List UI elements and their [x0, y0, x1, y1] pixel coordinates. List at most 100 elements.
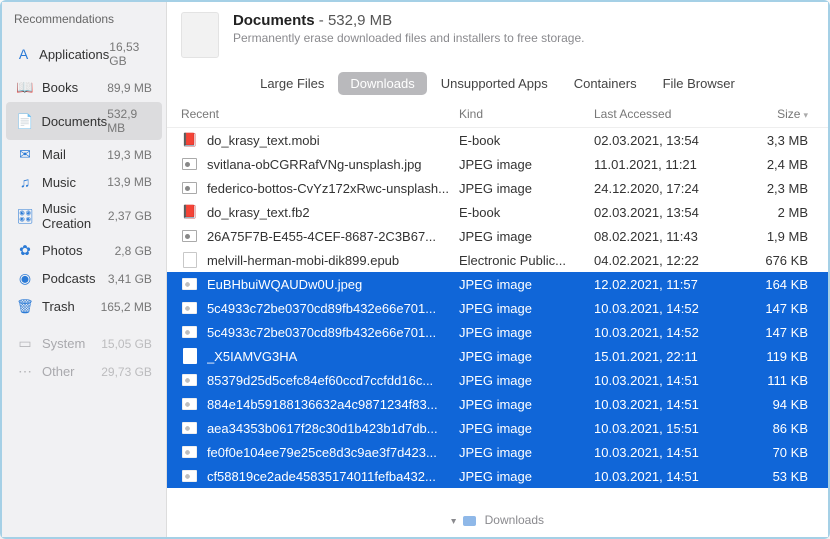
- image-file-icon: [181, 179, 199, 197]
- file-size: 53 KB: [744, 469, 814, 484]
- sidebar-item-label: Other: [42, 364, 101, 379]
- table-row[interactable]: 📕do_krasy_text.fb2E-book02.03.2021, 13:5…: [167, 200, 828, 224]
- sidebar-item-icon: 📖: [16, 79, 34, 96]
- file-date: 04.02.2021, 12:22: [594, 253, 744, 268]
- file-name: svitlana-obCGRRafVNg-unsplash.jpg: [207, 157, 459, 172]
- tab-large-files[interactable]: Large Files: [248, 72, 336, 95]
- image-file-icon: [181, 419, 199, 437]
- tab-file-browser[interactable]: File Browser: [651, 72, 747, 95]
- tab-downloads[interactable]: Downloads: [338, 72, 426, 95]
- file-kind: JPEG image: [459, 349, 594, 364]
- tab-unsupported-apps[interactable]: Unsupported Apps: [429, 72, 560, 95]
- sidebar-item-applications[interactable]: AApplications16,53 GB: [6, 35, 162, 73]
- image-file-icon: [181, 155, 199, 173]
- tab-containers[interactable]: Containers: [562, 72, 649, 95]
- document-file-icon: [181, 251, 199, 269]
- sidebar-item-label: Music: [42, 175, 107, 190]
- file-name: EuBHbuiWQAUDw0U.jpeg: [207, 277, 459, 292]
- file-size: 147 KB: [744, 325, 814, 340]
- file-size: 3,3 MB: [744, 133, 814, 148]
- sidebar-item-trash[interactable]: 🗑Trash165,2 MB: [6, 293, 162, 320]
- ebook-file-icon: 📕: [181, 203, 199, 221]
- file-size: 70 KB: [744, 445, 814, 460]
- sidebar-item-music-creation[interactable]: 🎛Music Creation2,37 GB: [6, 196, 162, 236]
- file-size: 164 KB: [744, 277, 814, 292]
- sidebar-item-size: 16,53 GB: [109, 40, 152, 68]
- sidebar-item-icon: ⋯: [16, 363, 34, 380]
- table-row[interactable]: 5c4933c72be0370cd89fb432e66e701...JPEG i…: [167, 320, 828, 344]
- sidebar-item-label: Documents: [41, 114, 107, 129]
- sidebar-item-icon: 🎛: [16, 208, 34, 225]
- file-date: 08.02.2021, 11:43: [594, 229, 744, 244]
- table-row[interactable]: melvill-herman-mobi-dik899.epubElectroni…: [167, 248, 828, 272]
- page-title-name: Documents: [233, 12, 315, 29]
- page-subtitle: Permanently erase downloaded files and i…: [233, 31, 585, 45]
- file-kind: E-book: [459, 133, 594, 148]
- sidebar-item-label: Books: [42, 80, 107, 95]
- table-row[interactable]: 884e14b59188136632a4c9871234f83...JPEG i…: [167, 392, 828, 416]
- sidebar-item-photos[interactable]: ✿Photos2,8 GB: [6, 237, 162, 264]
- table-row[interactable]: 📕do_krasy_text.mobiE-book02.03.2021, 13:…: [167, 128, 828, 152]
- sidebar-item-mail[interactable]: ✉Mail19,3 MB: [6, 141, 162, 168]
- file-date: 24.12.2020, 17:24: [594, 181, 744, 196]
- table-row[interactable]: 5c4933c72be0370cd89fb432e66e701...JPEG i…: [167, 296, 828, 320]
- path-bar: ▸ Downloads: [167, 507, 828, 537]
- file-size: 2,3 MB: [744, 181, 814, 196]
- file-name: _X5IAMVG3HA: [207, 349, 459, 364]
- storage-management-window: Recommendations AApplications16,53 GB📖Bo…: [0, 0, 830, 539]
- image-file-icon: [181, 371, 199, 389]
- file-kind: JPEG image: [459, 445, 594, 460]
- file-name: 5c4933c72be0370cd89fb432e66e701...: [207, 301, 459, 316]
- file-name: aea34353b0617f28c30d1b423b1d7db...: [207, 421, 459, 436]
- sidebar-item-documents[interactable]: 📄Documents532,9 MB: [6, 102, 162, 140]
- file-date: 10.03.2021, 14:51: [594, 373, 744, 388]
- sidebar-item-icon: ✿: [16, 242, 34, 259]
- table-row[interactable]: EuBHbuiWQAUDw0U.jpegJPEG image12.02.2021…: [167, 272, 828, 296]
- sidebar-item-music[interactable]: ♫Music13,9 MB: [6, 169, 162, 195]
- column-header-date[interactable]: Last Accessed: [594, 107, 744, 121]
- sidebar-item-label: Mail: [42, 147, 107, 162]
- file-kind: JPEG image: [459, 301, 594, 316]
- sidebar-item-label: Music Creation: [42, 201, 108, 231]
- column-header-kind[interactable]: Kind: [459, 107, 594, 121]
- file-kind: JPEG image: [459, 373, 594, 388]
- sidebar-item-podcasts[interactable]: ◉Podcasts3,41 GB: [6, 265, 162, 292]
- file-name: 5c4933c72be0370cd89fb432e66e701...: [207, 325, 459, 340]
- column-header-name[interactable]: Recent: [181, 107, 459, 121]
- page-title: Documents - 532,9 MB: [233, 12, 585, 29]
- file-kind: JPEG image: [459, 421, 594, 436]
- file-name: fe0f0e104ee79e25ce8d3c9ae3f7d423...: [207, 445, 459, 460]
- file-size: 1,9 MB: [744, 229, 814, 244]
- page-title-size: - 532,9 MB: [315, 12, 393, 29]
- folder-icon: [463, 516, 476, 526]
- sidebar-item-icon: 📄: [16, 113, 33, 130]
- sidebar-item-size: 29,73 GB: [101, 365, 152, 379]
- path-segment[interactable]: Downloads: [485, 513, 544, 527]
- column-header-size[interactable]: Size▾: [744, 107, 814, 121]
- chevron-icon: ▸: [448, 519, 459, 524]
- sidebar-item-books[interactable]: 📖Books89,9 MB: [6, 74, 162, 101]
- sidebar-item-size: 19,3 MB: [107, 148, 152, 162]
- table-row[interactable]: 85379d25d5cefc84ef60ccd7ccfdd16c...JPEG …: [167, 368, 828, 392]
- sidebar-item-label: System: [42, 336, 101, 351]
- document-file-icon: [181, 347, 199, 365]
- table-row[interactable]: fe0f0e104ee79e25ce8d3c9ae3f7d423...JPEG …: [167, 440, 828, 464]
- table-row[interactable]: cf58819ce2ade45835174011fefba432...JPEG …: [167, 464, 828, 488]
- sidebar-item-size: 3,41 GB: [108, 272, 152, 286]
- table-row[interactable]: federico-bottos-CvYz172xRwc-unsplash...J…: [167, 176, 828, 200]
- file-size: 119 KB: [744, 349, 814, 364]
- file-size: 86 KB: [744, 421, 814, 436]
- sidebar-item-label: Trash: [42, 299, 101, 314]
- file-date: 12.02.2021, 11:57: [594, 277, 744, 292]
- table-row[interactable]: svitlana-obCGRRafVNg-unsplash.jpgJPEG im…: [167, 152, 828, 176]
- table-row[interactable]: aea34353b0617f28c30d1b423b1d7db...JPEG i…: [167, 416, 828, 440]
- tabs: Large FilesDownloadsUnsupported AppsCont…: [167, 66, 828, 103]
- sidebar-item-other: ⋯ Other29,73 GB: [6, 358, 162, 385]
- table-row[interactable]: 26A75F7B-E455-4CEF-8687-2C3B67...JPEG im…: [167, 224, 828, 248]
- sidebar-item-icon: A: [16, 46, 31, 62]
- ebook-file-icon: 📕: [181, 131, 199, 149]
- file-list: 📕do_krasy_text.mobiE-book02.03.2021, 13:…: [167, 128, 828, 507]
- table-row[interactable]: _X5IAMVG3HAJPEG image15.01.2021, 22:1111…: [167, 344, 828, 368]
- file-size: 2 MB: [744, 205, 814, 220]
- sidebar-item-icon: ◉: [16, 270, 34, 287]
